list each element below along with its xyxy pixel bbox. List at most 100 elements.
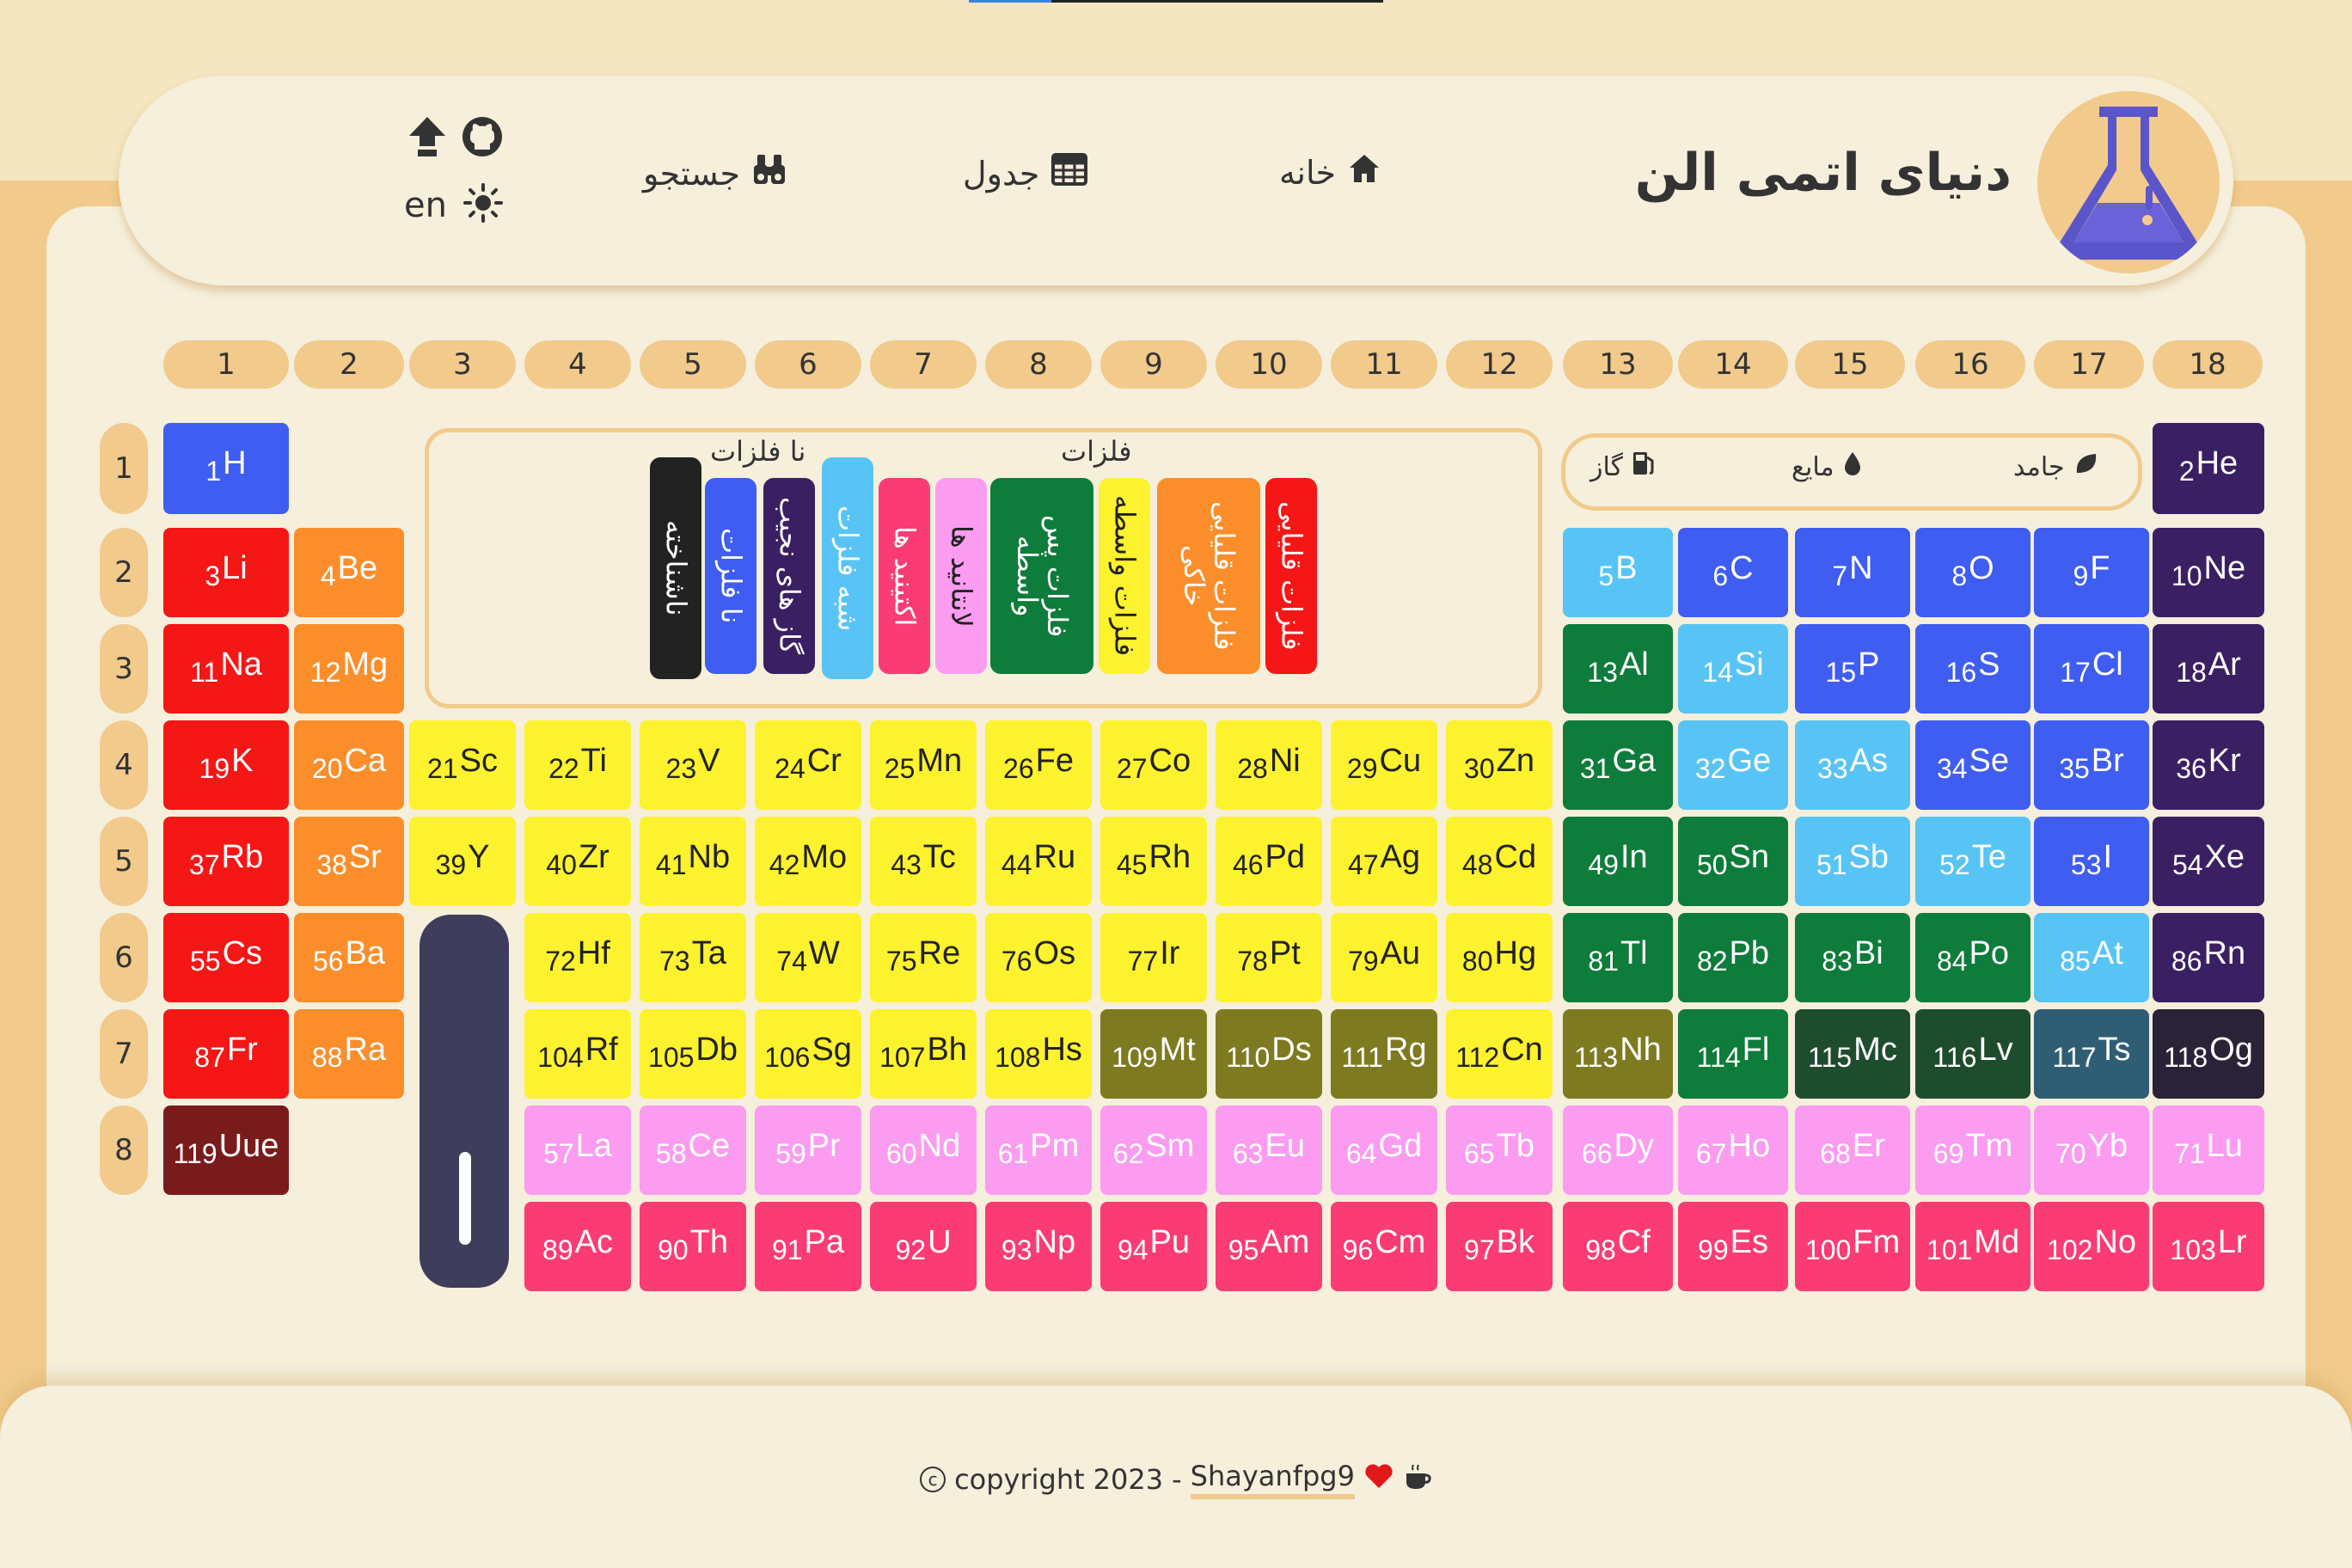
element-os[interactable]: 76Os: [985, 913, 1092, 1002]
element-k[interactable]: 19K: [163, 720, 289, 810]
element-tc[interactable]: 43Tc: [870, 817, 977, 906]
element-ba[interactable]: 56Ba: [294, 913, 404, 1002]
element-nd[interactable]: 60Nd: [870, 1106, 977, 1195]
element-uue[interactable]: 119Uue: [163, 1106, 289, 1195]
legend-actinide[interactable]: اکتینید ها: [879, 478, 930, 674]
author-link[interactable]: Shayanfpg9: [1190, 1460, 1355, 1499]
element-o[interactable]: 8O: [1915, 528, 2030, 617]
element-he[interactable]: 2He: [2153, 423, 2264, 514]
element-ne[interactable]: 10Ne: [2153, 528, 2264, 617]
element-bk[interactable]: 97Bk: [1446, 1202, 1553, 1291]
element-sb[interactable]: 51Sb: [1795, 817, 1910, 906]
element-ho[interactable]: 67Ho: [1678, 1106, 1788, 1195]
element-fr[interactable]: 87Fr: [163, 1009, 289, 1099]
element-ds[interactable]: 110Ds: [1216, 1009, 1322, 1099]
element-i[interactable]: 53I: [2034, 817, 2149, 906]
element-n[interactable]: 7N: [1795, 528, 1910, 617]
legend-posttransition[interactable]: فلزات پس واسطه: [990, 478, 1093, 674]
element-f[interactable]: 9F: [2034, 528, 2149, 617]
element-lv[interactable]: 116Lv: [1915, 1009, 2030, 1099]
element-nb[interactable]: 41Nb: [640, 817, 746, 906]
legend-noble[interactable]: گاز های نجیب: [763, 478, 815, 674]
element-mc[interactable]: 115Mc: [1795, 1009, 1910, 1099]
legend-lanthanide[interactable]: لانتانید ها: [935, 478, 987, 674]
element-pu[interactable]: 94Pu: [1100, 1202, 1207, 1291]
element-c[interactable]: 6C: [1678, 528, 1788, 617]
element-dy[interactable]: 66Dy: [1563, 1106, 1673, 1195]
element-fm[interactable]: 100Fm: [1795, 1202, 1910, 1291]
legend-alkali[interactable]: فلزات قلیایی: [1265, 478, 1317, 674]
element-w[interactable]: 74W: [755, 913, 861, 1002]
element-at[interactable]: 85At: [2034, 913, 2149, 1002]
element-ru[interactable]: 44Ru: [985, 817, 1092, 906]
element-og[interactable]: 118Og: [2153, 1009, 2264, 1099]
element-pb[interactable]: 82Pb: [1678, 913, 1788, 1002]
element-db[interactable]: 105Db: [640, 1009, 746, 1099]
legend-unknown[interactable]: ناشناخته: [650, 457, 701, 679]
element-yb[interactable]: 70Yb: [2034, 1106, 2149, 1195]
element-sc[interactable]: 21Sc: [409, 720, 516, 810]
element-ge[interactable]: 32Ge: [1678, 720, 1788, 810]
element-co[interactable]: 27Co: [1100, 720, 1207, 810]
element-cn[interactable]: 112Cn: [1446, 1009, 1553, 1099]
language-toggle[interactable]: en: [404, 186, 447, 225]
legend-nonmetal[interactable]: نا فلزات: [705, 478, 756, 674]
element-h[interactable]: 1H: [163, 423, 289, 514]
element-am[interactable]: 95Am: [1216, 1202, 1322, 1291]
element-ce[interactable]: 58Ce: [640, 1106, 746, 1195]
element-nh[interactable]: 113Nh: [1563, 1009, 1673, 1099]
state-gas[interactable]: گاز: [1590, 450, 1656, 483]
element-sr[interactable]: 38Sr: [294, 817, 404, 906]
state-liquid[interactable]: مایع: [1792, 450, 1862, 483]
element-eu[interactable]: 63Eu: [1216, 1106, 1322, 1195]
element-po[interactable]: 84Po: [1915, 913, 2030, 1002]
element-sg[interactable]: 106Sg: [755, 1009, 861, 1099]
element-te[interactable]: 52Te: [1915, 817, 2030, 906]
element-pt[interactable]: 78Pt: [1216, 913, 1322, 1002]
coffee-icon[interactable]: [1403, 1461, 1432, 1498]
github-icon[interactable]: [461, 115, 504, 167]
element-bh[interactable]: 107Bh: [870, 1009, 977, 1099]
element-in[interactable]: 49In: [1563, 817, 1673, 906]
upload-icon[interactable]: [407, 115, 447, 167]
element-rb[interactable]: 37Rb: [163, 817, 289, 906]
element-cu[interactable]: 29Cu: [1331, 720, 1437, 810]
element-ra[interactable]: 88Ra: [294, 1009, 404, 1099]
element-u[interactable]: 92U: [870, 1202, 977, 1291]
element-se[interactable]: 34Se: [1915, 720, 2030, 810]
element-au[interactable]: 79Au: [1331, 913, 1437, 1002]
element-mo[interactable]: 42Mo: [755, 817, 861, 906]
element-tm[interactable]: 69Tm: [1915, 1106, 2030, 1195]
element-si[interactable]: 14Si: [1678, 624, 1788, 714]
element-mn[interactable]: 25Mn: [870, 720, 977, 810]
legend-transition[interactable]: فلزات واسطه: [1099, 478, 1150, 674]
element-hf[interactable]: 72Hf: [524, 913, 631, 1002]
element-cf[interactable]: 98Cf: [1563, 1202, 1673, 1291]
element-pa[interactable]: 91Pa: [755, 1202, 861, 1291]
legend-alkaline[interactable]: فلزات قلیایی خاکی: [1157, 478, 1260, 674]
nav-search[interactable]: جستجو: [643, 153, 787, 193]
element-zn[interactable]: 30Zn: [1446, 720, 1553, 810]
element-ca[interactable]: 20Ca: [294, 720, 404, 810]
element-ta[interactable]: 73Ta: [640, 913, 746, 1002]
element-hg[interactable]: 80Hg: [1446, 913, 1553, 1002]
element-re[interactable]: 75Re: [870, 913, 977, 1002]
element-xe[interactable]: 54Xe: [2153, 817, 2264, 906]
element-cs[interactable]: 55Cs: [163, 913, 289, 1002]
element-sm[interactable]: 62Sm: [1100, 1106, 1207, 1195]
element-ag[interactable]: 47Ag: [1331, 817, 1437, 906]
element-ar[interactable]: 18Ar: [2153, 624, 2264, 714]
element-pm[interactable]: 61Pm: [985, 1106, 1092, 1195]
element-cl[interactable]: 17Cl: [2034, 624, 2149, 714]
element-tb[interactable]: 65Tb: [1446, 1106, 1553, 1195]
element-lr[interactable]: 103Lr: [2153, 1202, 2264, 1291]
element-ac[interactable]: 89Ac: [524, 1202, 631, 1291]
element-zr[interactable]: 40Zr: [524, 817, 631, 906]
element-la[interactable]: 57La: [524, 1106, 631, 1195]
element-b[interactable]: 5B: [1563, 528, 1673, 617]
element-kr[interactable]: 36Kr: [2153, 720, 2264, 810]
element-mg[interactable]: 12Mg: [294, 624, 404, 714]
f-block-scroll-toggle[interactable]: [420, 915, 509, 1288]
element-er[interactable]: 68Er: [1795, 1106, 1910, 1195]
element-gd[interactable]: 64Gd: [1331, 1106, 1437, 1195]
